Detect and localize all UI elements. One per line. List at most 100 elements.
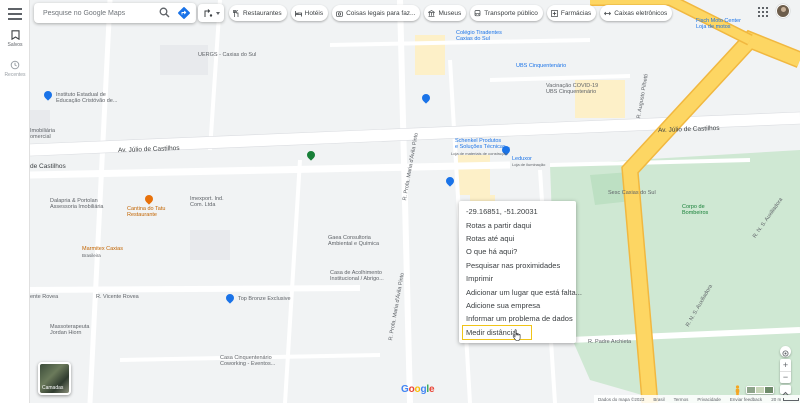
chip-transit[interactable]: Transporte público xyxy=(470,5,543,21)
label-schenkel[interactable]: Schenkel Produtos e Soluções Técnicas... xyxy=(455,138,510,151)
history-icon xyxy=(10,60,20,70)
imagery-tile-map[interactable] xyxy=(765,387,773,393)
context-coords[interactable]: -29.16851, -51.20031 xyxy=(459,205,576,218)
label-marmitex-sub: Brasileira xyxy=(82,253,101,258)
expand-button[interactable] xyxy=(780,385,791,396)
my-location-button[interactable] xyxy=(780,346,791,357)
search-input[interactable] xyxy=(43,9,155,17)
label-sesc[interactable]: Sesc Caxias do Sul xyxy=(608,190,656,196)
pegman-button[interactable] xyxy=(733,383,742,396)
label-fisch[interactable]: Fisch Moto Center Loja de motos xyxy=(696,18,741,31)
chip-pharmacies[interactable]: Farmácias xyxy=(546,5,597,21)
street-vicente: R. Vicente Rovea xyxy=(96,294,139,300)
label-topbronze[interactable]: Top Bronze Exclusive xyxy=(238,296,291,302)
recent-button[interactable]: Recentes xyxy=(0,60,30,78)
account-avatar[interactable] xyxy=(776,4,790,18)
label-uergs[interactable]: UERGS - Caxias do Sul xyxy=(198,52,256,58)
camera-icon xyxy=(336,10,343,17)
label-casa-cinq[interactable]: Casa Cinquentenário Coworking - Eventos.… xyxy=(220,355,275,368)
label-gaea[interactable]: Gaea Consultoria Ambiental e Química xyxy=(328,235,379,248)
chip-label: Caixas eletrônicos xyxy=(614,9,668,17)
atm-icon xyxy=(604,11,612,15)
chip-things-to-do[interactable]: Coisas legais para faz... xyxy=(332,5,421,21)
imagery-tile-terrain[interactable] xyxy=(756,387,764,393)
label-instituto[interactable]: Instituto Estadual de Educação Cristóvão… xyxy=(56,92,117,105)
label-vacinacao[interactable]: Vacinação COVID-19 UBS Cinquentenário xyxy=(546,83,598,96)
label-corpo[interactable]: Corpo de Bombeiros xyxy=(682,204,708,217)
imagery-tile-satellite[interactable] xyxy=(747,387,755,393)
left-rail: Salvos Recentes xyxy=(0,0,30,403)
bookmark-icon xyxy=(10,30,20,40)
street-paulo: R. Padre Archieta xyxy=(588,339,632,345)
zoom-out-button[interactable]: − xyxy=(780,371,791,383)
context-menu: -29.16851, -51.20031 Rotas a partir daqu… xyxy=(459,201,582,343)
map-footer: Dados do mapa ©2023 Brasil Termos Privac… xyxy=(594,395,800,403)
context-item-whats-here[interactable]: O que há aqui? xyxy=(459,245,576,258)
recent-label: Recentes xyxy=(4,72,26,78)
hand-cursor-icon xyxy=(512,329,521,341)
chip-label: Farmácias xyxy=(560,9,592,17)
scale-bar xyxy=(783,397,800,401)
layers-label: Camadas xyxy=(42,385,64,391)
footer-feedback[interactable]: Enviar feedback xyxy=(730,397,762,402)
zoom-in-button[interactable]: + xyxy=(780,359,791,371)
scale-label: 20 m xyxy=(771,396,782,402)
google-logo: Google xyxy=(401,384,435,395)
footer-privacy[interactable]: Privacidade xyxy=(697,397,721,402)
zoom-controls: + − xyxy=(780,359,791,383)
context-item-print[interactable]: Imprimir xyxy=(459,272,576,285)
label-acolhimento[interactable]: Casa de Acolhimento Institucional / Abri… xyxy=(330,270,384,283)
footer-terms[interactable]: Termos xyxy=(674,397,689,402)
footer-scale[interactable]: 20 m xyxy=(771,396,800,402)
footer-map-data: Dados do mapa ©2023 xyxy=(598,396,645,402)
chevron-down-icon xyxy=(215,11,220,15)
context-item-search-nearby[interactable]: Pesquisar nas proximidades xyxy=(459,259,576,272)
label-dalapria[interactable]: Dalapria & Portolan Assessoria Imobiliár… xyxy=(50,198,104,211)
label-massoterapia[interactable]: Massoterapeuta Jordan Hiorn xyxy=(50,324,89,337)
apps-grid-icon[interactable] xyxy=(758,7,768,17)
label-imexport[interactable]: Imexport. Ind. Com. Ltda xyxy=(190,196,224,209)
museum-icon xyxy=(428,9,436,17)
context-item-add-business[interactable]: Adicione sua empresa xyxy=(459,299,576,312)
label-marmitex[interactable]: Marmitex Caxias xyxy=(82,246,123,252)
chip-museums[interactable]: Museus xyxy=(424,5,467,21)
street-castilhos: de Castilhos xyxy=(30,163,66,170)
label-imobiliaria[interactable]: Imobiliária omercial xyxy=(30,128,55,141)
bus-icon xyxy=(474,9,481,16)
search-box[interactable] xyxy=(34,3,196,23)
map-canvas[interactable]: UERGS - Caxias do Sul Colégio Tiradentes… xyxy=(30,0,800,403)
category-chips: Restaurantes Hotéis Coisas legais para f… xyxy=(229,5,673,21)
chip-label: Transporte público xyxy=(484,9,538,17)
street-rovea: ente Rovea xyxy=(30,294,59,300)
directions-icon[interactable] xyxy=(177,6,191,20)
saved-button[interactable]: Salvos xyxy=(0,30,30,48)
route-options-button[interactable] xyxy=(198,4,224,22)
context-item-directions-from[interactable]: Rotas a partir daqui xyxy=(459,218,576,231)
crosshair-icon xyxy=(782,350,789,357)
chip-restaurants[interactable]: Restaurantes xyxy=(229,5,287,21)
context-item-add-missing-place[interactable]: Adicionar um lugar que está falta... xyxy=(459,285,582,298)
context-item-directions-to[interactable]: Rotas até aqui xyxy=(459,232,576,245)
pharmacy-icon xyxy=(550,9,558,17)
search-icon[interactable] xyxy=(159,7,170,18)
layers-thumbnail[interactable]: Camadas xyxy=(38,362,71,395)
chip-hotels[interactable]: Hotéis xyxy=(290,5,329,21)
menu-icon[interactable] xyxy=(8,8,22,20)
label-tatu[interactable]: Cantina do Tatu Restaurante xyxy=(127,206,165,219)
chip-label: Restaurantes xyxy=(243,9,282,17)
fork-knife-icon xyxy=(233,9,239,17)
chip-label: Hotéis xyxy=(304,9,324,17)
context-item-report-data-problem[interactable]: Informar um problema de dados xyxy=(459,312,576,325)
chip-atms[interactable]: Caixas eletrônicos xyxy=(600,5,673,21)
route-icon xyxy=(204,9,212,17)
label-leduxor-sub: Loja de iluminação xyxy=(512,162,546,167)
bed-icon xyxy=(294,10,302,16)
imagery-switcher[interactable] xyxy=(746,386,774,394)
footer-country[interactable]: Brasil xyxy=(653,397,664,402)
chip-label: Museus xyxy=(438,9,462,17)
chip-label: Coisas legais para faz... xyxy=(346,9,416,17)
label-tiradentes[interactable]: Colégio Tiradentes Caxias do Sul xyxy=(456,30,502,43)
label-ubs[interactable]: UBS Cinquentenário xyxy=(516,63,566,69)
label-schenkel-sub: Loja de materiais de construção xyxy=(451,151,508,156)
saved-label: Salvos xyxy=(7,42,23,48)
